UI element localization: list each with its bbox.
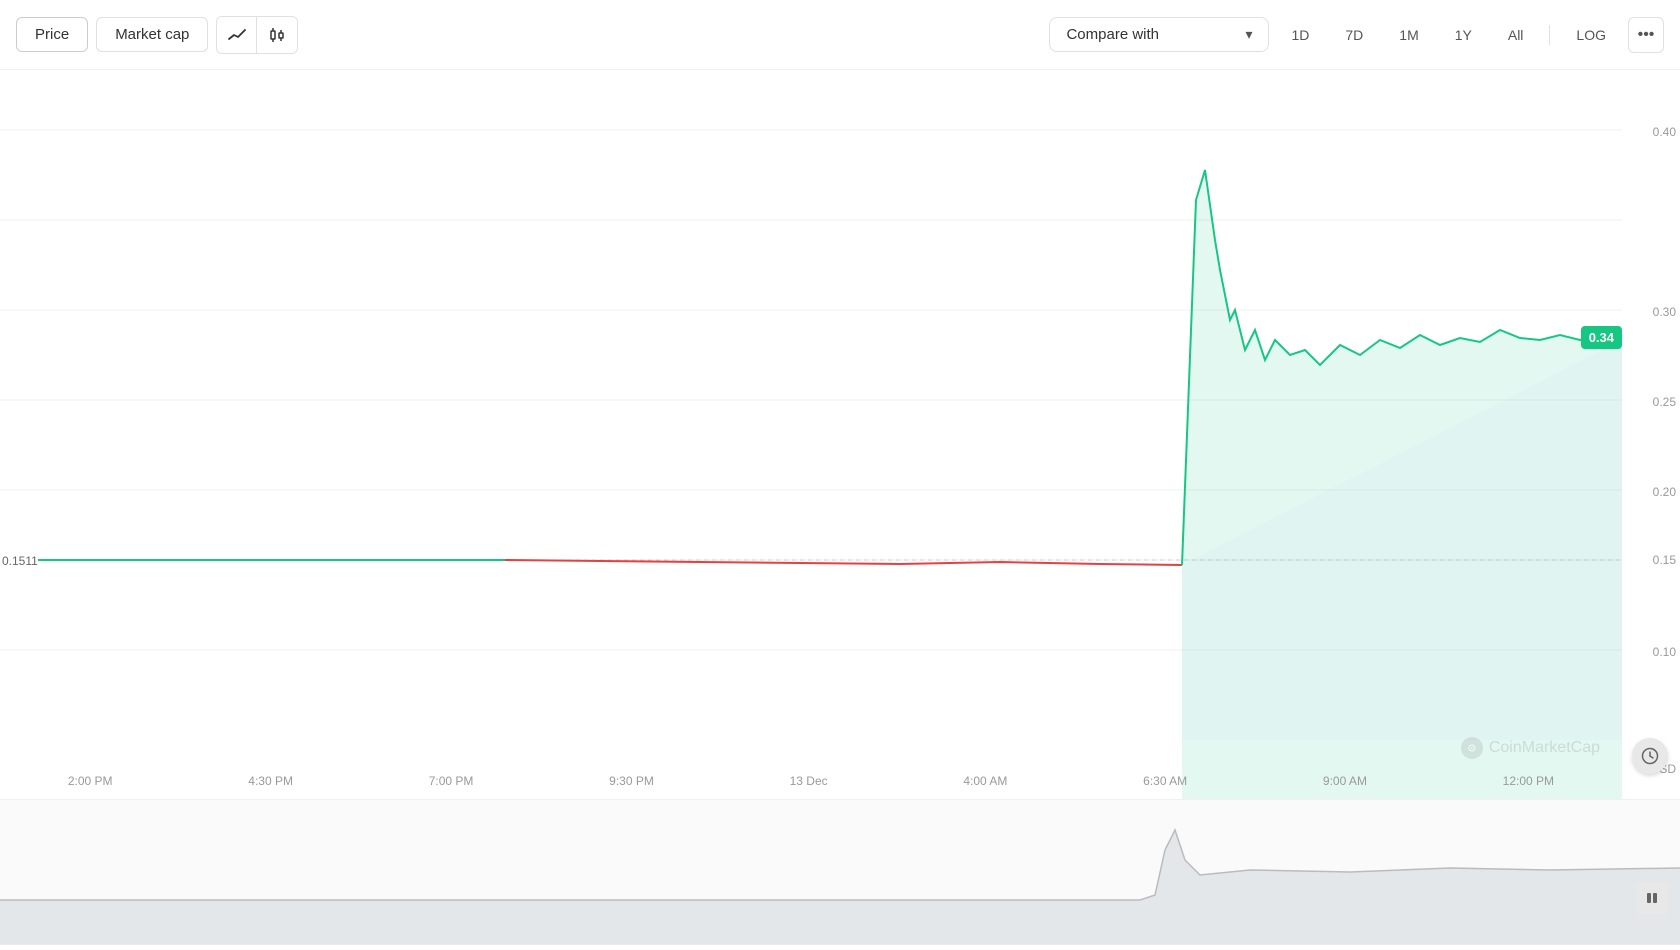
price-tab[interactable]: Price	[16, 17, 88, 52]
cmc-logo-icon: ⊙	[1461, 737, 1483, 759]
pause-button[interactable]	[1636, 882, 1668, 914]
more-options-btn[interactable]: •••	[1628, 17, 1664, 53]
x-label-700pm: 7:00 PM	[429, 774, 474, 788]
price-chart-svg	[0, 70, 1622, 800]
x-label-1200pm: 12:00 PM	[1503, 774, 1554, 788]
chevron-down-icon: ▾	[1245, 26, 1252, 43]
line-chart-btn[interactable]	[217, 17, 257, 53]
pause-icon	[1645, 891, 1659, 905]
x-label-430pm: 4:30 PM	[248, 774, 293, 788]
chart-type-group	[216, 16, 298, 54]
candlestick-icon	[268, 26, 286, 44]
cmc-logo-text: CoinMarketCap	[1489, 739, 1600, 757]
y-label-015: 0.15	[1653, 553, 1676, 567]
time-btn-1d[interactable]: 1D	[1277, 19, 1323, 51]
market-cap-tab[interactable]: Market cap	[96, 17, 208, 52]
coinmarketcap-watermark: ⊙ CoinMarketCap	[1461, 737, 1600, 759]
y-label-020: 0.20	[1653, 485, 1676, 499]
more-icon: •••	[1638, 26, 1655, 44]
x-label-630am: 6:30 AM	[1143, 774, 1187, 788]
toolbar: Price Market cap Compare with ▾ 1D 7D 1M	[0, 0, 1680, 70]
clock-icon	[1641, 747, 1659, 765]
x-axis: 2:00 PM 4:30 PM 7:00 PM 9:30 PM 13 Dec 4…	[0, 766, 1622, 796]
line-chart-icon	[228, 26, 246, 44]
compare-with-dropdown[interactable]: Compare with ▾	[1049, 17, 1269, 52]
x-label-200pm: 2:00 PM	[68, 774, 113, 788]
y-label-025: 0.25	[1653, 395, 1676, 409]
y-label-040: 0.40	[1653, 125, 1676, 139]
time-btn-all[interactable]: All	[1494, 19, 1538, 51]
x-label-400am: 4:00 AM	[963, 774, 1007, 788]
time-btn-7d[interactable]: 7D	[1331, 19, 1377, 51]
price-line-segment2	[505, 560, 1182, 565]
candlestick-btn[interactable]	[257, 17, 297, 53]
time-divider	[1549, 25, 1550, 45]
compare-with-label: Compare with	[1066, 26, 1159, 43]
x-label-900am: 9:00 AM	[1323, 774, 1367, 788]
y-axis: 0.40 0.30 0.25 0.20 0.15 0.10	[1622, 70, 1680, 800]
minimap-area	[0, 799, 1680, 944]
open-price-label: 0.1511	[0, 554, 38, 568]
x-label-930pm: 9:30 PM	[609, 774, 654, 788]
y-label-010: 0.10	[1653, 645, 1676, 659]
time-btn-1y[interactable]: 1Y	[1441, 19, 1486, 51]
minimap-svg	[0, 800, 1680, 945]
clock-button[interactable]	[1632, 738, 1668, 774]
chart-container: 0.1511 0.34 0.40 0.30 0.25 0.20 0.15 0.1…	[0, 70, 1680, 944]
chart-main: 0.1511 0.34 0.40 0.30 0.25 0.20 0.15 0.1…	[0, 70, 1680, 944]
time-btn-1m[interactable]: 1M	[1385, 19, 1432, 51]
time-btn-log[interactable]: LOG	[1562, 19, 1620, 51]
current-price-badge: 0.34	[1581, 326, 1622, 349]
y-label-030: 0.30	[1653, 305, 1676, 319]
x-label-13dec: 13 Dec	[790, 774, 828, 788]
